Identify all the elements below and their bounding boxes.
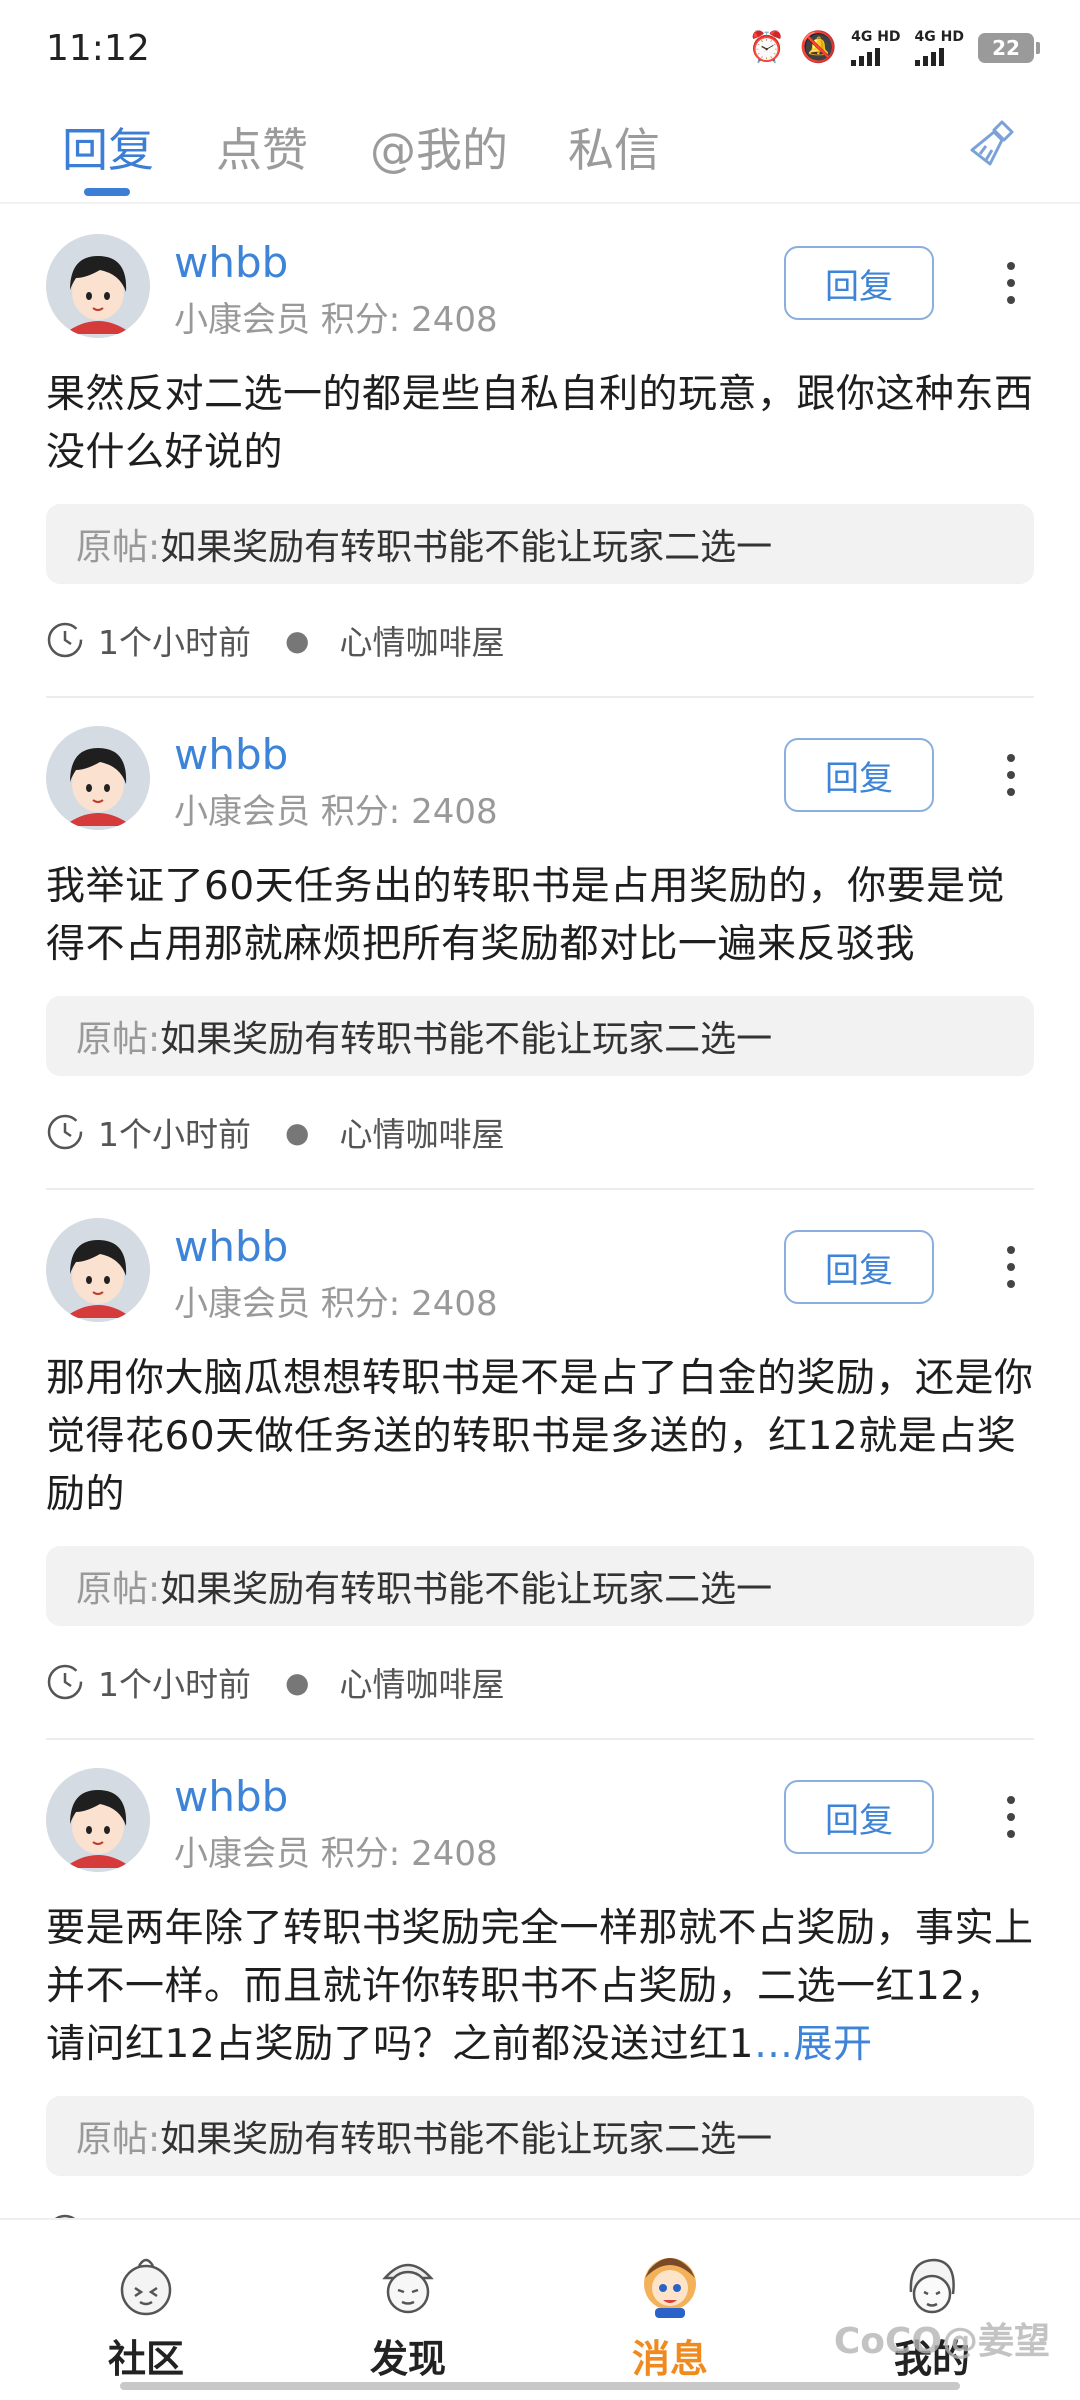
community-icon xyxy=(120,2258,172,2316)
reply-text: 要是两年除了转职书奖励完全一样那就不占奖励，事实上并不一样。而且就许你转职书不占… xyxy=(46,1906,1034,2067)
reply-list: whbb 小康会员 积分: 2408 回复 果然反对二选一的都是些自私自利的玩意… xyxy=(0,206,1080,2218)
profile-icon xyxy=(909,2258,955,2314)
reply-button[interactable]: 回复 xyxy=(784,246,934,320)
original-post-prefix: 原帖: xyxy=(76,527,161,568)
reply-button[interactable]: 回复 xyxy=(784,1780,934,1854)
mute-icon: 🔕 xyxy=(799,30,838,65)
tab-private-messages[interactable]: 私信 xyxy=(568,114,660,180)
clock-icon xyxy=(47,1114,83,1150)
avatar[interactable] xyxy=(46,1218,150,1322)
bottom-nav: 社区 发现 消息 我的 CoCO@姜望 xyxy=(0,2218,1080,2400)
reply-time: 1个小时前 xyxy=(98,1115,251,1154)
user-name[interactable]: whbb xyxy=(174,238,288,287)
watermark: CoCO@姜望 xyxy=(833,2321,1050,2362)
status-time: 11:12 xyxy=(46,28,150,69)
user-meta: 小康会员 积分: 2408 xyxy=(174,300,498,340)
more-options-icon[interactable] xyxy=(996,1792,1026,1842)
list-item: whbb 小康会员 积分: 2408 回复 那用你大脑瓜想想转职书是不是占了白金… xyxy=(46,1190,1034,1740)
tab-likes[interactable]: 点赞 xyxy=(216,114,308,180)
battery-icon: 22 xyxy=(978,33,1040,63)
nav-label: 发现 xyxy=(369,2337,446,2381)
avatar[interactable] xyxy=(46,1768,150,1872)
nav-label: 社区 xyxy=(107,2337,184,2381)
user-meta: 小康会员 积分: 2408 xyxy=(174,1284,498,1324)
separator-dot: ● xyxy=(285,1665,310,1699)
avatar[interactable] xyxy=(46,234,150,338)
more-options-icon[interactable] xyxy=(996,1242,1026,1292)
status-bar: 11:12 ⏰ 🔕 4G HD 4G HD 22 xyxy=(0,0,1080,96)
more-options-icon[interactable] xyxy=(996,750,1026,800)
active-tab-indicator xyxy=(84,188,130,196)
battery-level: 22 xyxy=(992,36,1020,60)
message-icon xyxy=(644,2258,696,2318)
user-name[interactable]: whbb xyxy=(174,1772,288,1821)
list-item: whbb 小康会员 积分: 2408 回复 要是两年除了转职书奖励完全一样那就不… xyxy=(46,1740,1034,2218)
reply-button[interactable]: 回复 xyxy=(784,1230,934,1304)
home-indicator[interactable] xyxy=(120,2382,960,2390)
message-tabs: 回复 点赞 @我的 私信 xyxy=(0,96,1080,204)
signal-icon: 4G HD xyxy=(851,30,901,66)
forum-name[interactable]: 心情咖啡屋 xyxy=(339,1108,504,1156)
forum-name[interactable]: 心情咖啡屋 xyxy=(339,616,504,664)
avatar[interactable] xyxy=(46,726,150,830)
user-meta: 小康会员 积分: 2408 xyxy=(174,792,498,832)
nav-label: 消息 xyxy=(631,2337,708,2381)
clock-icon xyxy=(47,622,83,658)
original-post-prefix: 原帖: xyxy=(76,2119,161,2160)
nav-messages[interactable]: 消息 xyxy=(590,2248,750,2383)
reply-meta: 1个小时前 ● 心情咖啡屋 xyxy=(46,2176,1034,2218)
reply-meta: 1个小时前 ● 心情咖啡屋 xyxy=(46,584,1034,696)
list-item: whbb 小康会员 积分: 2408 回复 我举证了60天任务出的转职书是占用奖… xyxy=(46,698,1034,1190)
tab-mentions[interactable]: @我的 xyxy=(370,114,508,180)
status-icons: ⏰ 🔕 4G HD 4G HD 22 xyxy=(748,30,1040,66)
original-post-title: 如果奖励有转职书能不能让玩家二选一 xyxy=(160,2119,773,2160)
signal-icon: 4G HD xyxy=(914,30,964,66)
expand-link[interactable]: …展开 xyxy=(754,2022,873,2067)
reply-meta: 1个小时前 ● 心情咖啡屋 xyxy=(46,1626,1034,1738)
clear-unread-icon[interactable] xyxy=(966,116,1022,172)
alarm-icon: ⏰ xyxy=(748,30,786,65)
original-post-link[interactable]: 原帖: 如果奖励有转职书能不能让玩家二选一 xyxy=(46,504,1034,584)
original-post-title: 如果奖励有转职书能不能让玩家二选一 xyxy=(160,527,773,568)
nav-community[interactable]: 社区 xyxy=(66,2248,226,2383)
original-post-link[interactable]: 原帖: 如果奖励有转职书能不能让玩家二选一 xyxy=(46,996,1034,1076)
forum-name[interactable]: 心情咖啡屋 xyxy=(339,2208,504,2218)
original-post-prefix: 原帖: xyxy=(76,1019,161,1060)
separator-dot: ● xyxy=(285,623,310,657)
reply-meta: 1个小时前 ● 心情咖啡屋 xyxy=(46,1076,1034,1188)
tab-reply[interactable]: 回复 xyxy=(62,114,154,180)
reply-time: 1个小时前 xyxy=(98,2208,251,2218)
user-name[interactable]: whbb xyxy=(174,1222,288,1271)
user-name[interactable]: whbb xyxy=(174,730,288,779)
user-meta: 小康会员 积分: 2408 xyxy=(174,1834,498,1874)
separator-dot: ● xyxy=(285,1115,310,1149)
list-item: whbb 小康会员 积分: 2408 回复 果然反对二选一的都是些自私自利的玩意… xyxy=(46,206,1034,698)
reply-time: 1个小时前 xyxy=(98,1665,251,1704)
clock-icon xyxy=(47,1664,83,1700)
original-post-prefix: 原帖: xyxy=(76,1569,161,1610)
original-post-title: 如果奖励有转职书能不能让玩家二选一 xyxy=(160,1019,773,1060)
discover-icon xyxy=(382,2263,434,2314)
forum-name[interactable]: 心情咖啡屋 xyxy=(339,1658,504,1706)
original-post-title: 如果奖励有转职书能不能让玩家二选一 xyxy=(160,1569,773,1610)
nav-discover[interactable]: 发现 xyxy=(328,2248,488,2383)
reply-button[interactable]: 回复 xyxy=(784,738,934,812)
reply-time: 1个小时前 xyxy=(98,623,251,662)
original-post-link[interactable]: 原帖: 如果奖励有转职书能不能让玩家二选一 xyxy=(46,1546,1034,1626)
more-options-icon[interactable] xyxy=(996,258,1026,308)
original-post-link[interactable]: 原帖: 如果奖励有转职书能不能让玩家二选一 xyxy=(46,2096,1034,2176)
